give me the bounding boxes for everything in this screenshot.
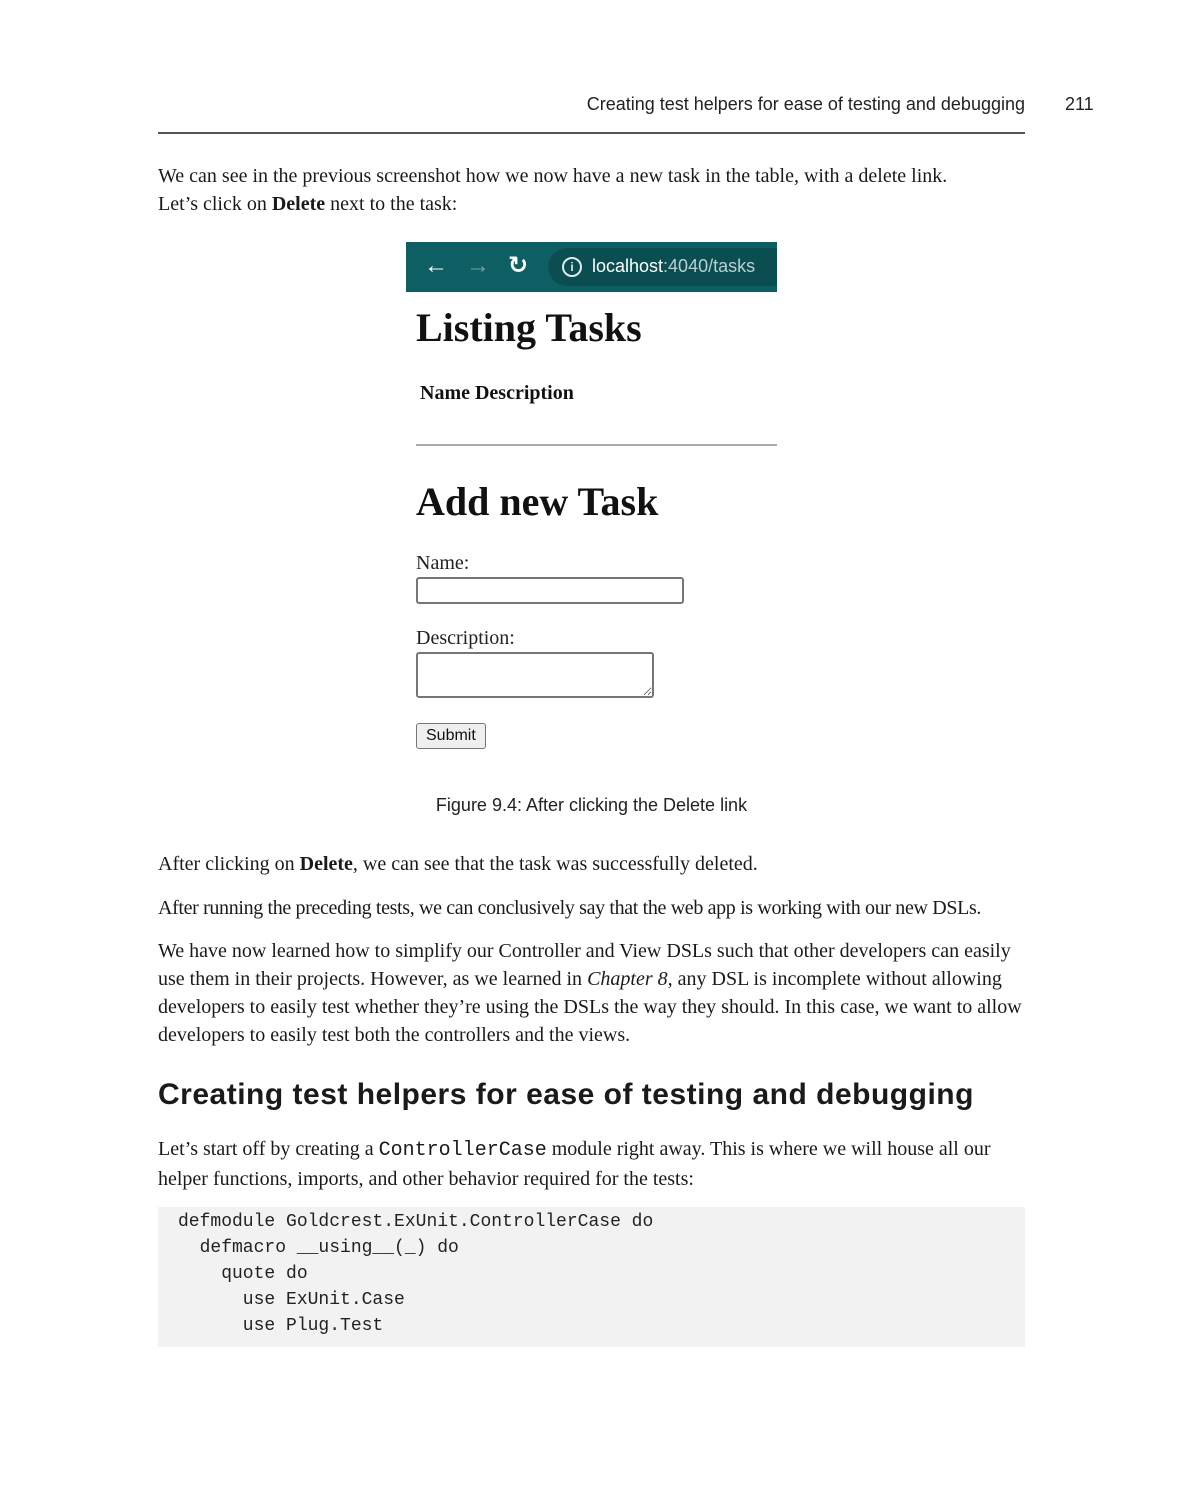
url-host: localhost [592,256,664,276]
reload-icon[interactable]: ↻ [508,253,528,279]
paragraph-dsl-summary: We have now learned how to simplify our … [158,937,1025,1049]
section-heading: Creating test helpers for ease of testin… [158,1078,974,1111]
forward-arrow-icon[interactable]: → [466,253,490,279]
code-line: defmodule Goldcrest.ExUnit.ControllerCas… [178,1212,654,1232]
intro-text: next to the task: [325,193,458,215]
back-arrow-icon[interactable]: ← [424,253,448,279]
address-bar[interactable]: i localhost:4040/tasks [548,248,777,286]
code-block: defmodule Goldcrest.ExUnit.ControllerCas… [158,1207,1025,1347]
figure-caption: Figure 9.4: After clicking the Delete li… [435,795,748,815]
delete-emphasis: Delete [299,853,353,875]
browser-toolbar: ← → ↻ i localhost:4040/tasks [406,242,777,292]
paragraph-tests-result: After running the preceding tests, we ca… [158,897,982,919]
code-listing: defmodule Goldcrest.ExUnit.ControllerCas… [178,1209,653,1339]
running-title: Creating test helpers for ease of testin… [586,94,1025,114]
column-description: Description [474,382,574,404]
info-icon[interactable]: i [562,257,582,277]
paragraph-text: Let’s start off by creating a [158,1138,379,1160]
figure-screenshot: ← → ↻ i localhost:4040/tasks Listing Tas… [406,242,777,750]
column-name: Name [420,382,470,404]
section-intro-paragraph: Let’s start off by creating a Controller… [158,1135,1025,1193]
url-text: localhost:4040/tasks [592,256,755,277]
description-textarea[interactable] [416,652,654,698]
paragraph-text: After clicking on [158,853,300,875]
inline-code: ControllerCase [378,1139,547,1162]
delete-emphasis: Delete [271,193,326,215]
submit-button[interactable]: Submit [416,723,486,749]
name-input[interactable] [416,577,684,604]
url-path: :4040/tasks [663,256,756,276]
paragraph-text: , we can see that the task was successfu… [352,853,758,875]
page-number: 211 [1065,94,1094,114]
horizontal-rule [416,444,777,446]
code-line: use Plug.Test [178,1316,384,1336]
running-head: Creating test helpers for ease of testin… [158,92,1025,134]
code-line: defmacro __using__(_) do [178,1238,459,1258]
tasks-table-header: Name Description [420,382,574,405]
chapter-reference: Chapter 8 [587,968,668,990]
paragraph-after-delete: After clicking on Delete, we can see tha… [158,850,1025,878]
add-task-heading: Add new Task [416,479,659,524]
description-label: Description: [416,627,515,649]
intro-paragraph: We can see in the previous screenshot ho… [158,162,1025,218]
name-label: Name: [416,552,470,574]
intro-text: Let’s click on [158,193,272,215]
code-line: use ExUnit.Case [178,1290,405,1310]
intro-line-1: We can see in the previous screenshot ho… [158,165,948,187]
code-line: quote do [178,1264,308,1284]
listing-tasks-heading: Listing Tasks [416,305,642,350]
